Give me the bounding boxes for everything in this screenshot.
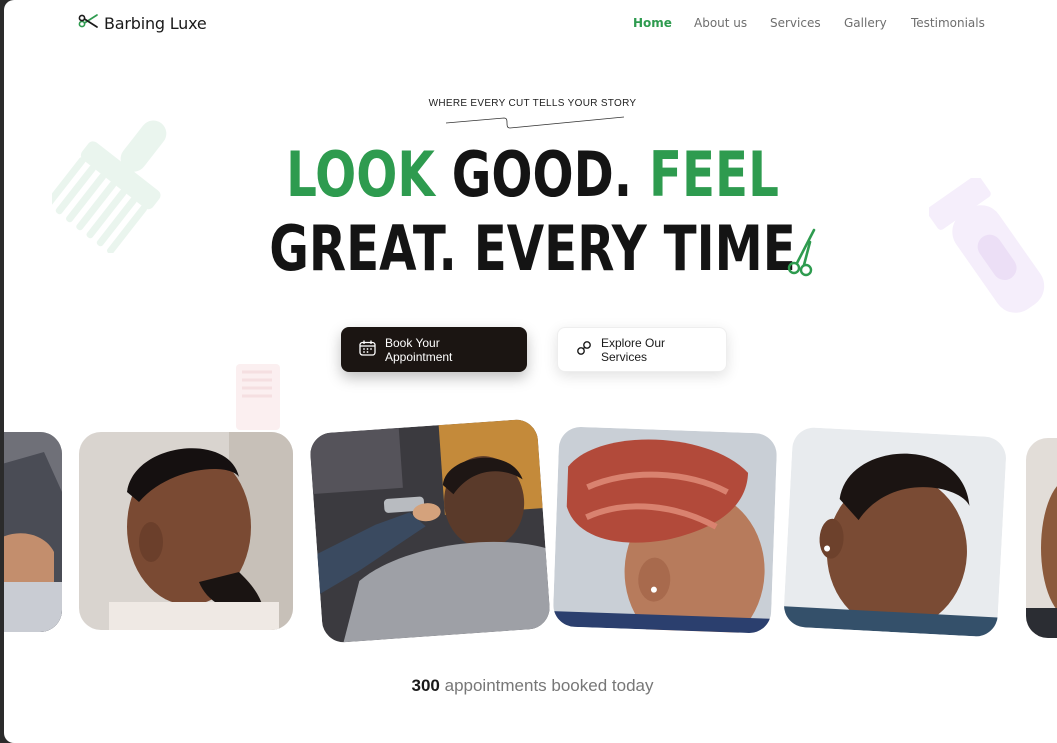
- gallery-photo-6: [1026, 438, 1057, 638]
- calendar-icon: [359, 340, 376, 359]
- squiggle-underline: [445, 116, 625, 129]
- headline-word-time: TIME: [663, 212, 796, 285]
- headline-word-feel: FEEL: [648, 138, 779, 211]
- clipper-icon: [929, 178, 1045, 313]
- headline-word-good: GOOD.: [451, 138, 633, 211]
- gallery-photo-4: [552, 426, 778, 634]
- explore-services-button[interactable]: Explore Our Services: [557, 327, 727, 372]
- nav-gallery[interactable]: Gallery: [844, 16, 887, 30]
- nav-home[interactable]: Home: [633, 16, 672, 30]
- explore-services-label: Explore Our Services: [601, 335, 666, 364]
- brand-name: Barbing Luxe: [104, 14, 207, 33]
- link-icon: [576, 340, 592, 359]
- comb-icon: [236, 364, 280, 430]
- headline-word-every: EVERY: [473, 212, 647, 285]
- nav-testimonials[interactable]: Testimonials: [911, 16, 985, 30]
- headline-word-great: GREAT.: [269, 212, 457, 285]
- hero-headline-line1: LOOK GOOD. FEEL: [120, 138, 944, 211]
- appointments-count: 300: [411, 676, 440, 695]
- headline-word-look: LOOK: [286, 138, 435, 211]
- hero-headline-line2: GREAT. EVERY TIME: [120, 212, 944, 285]
- nav-services[interactable]: Services: [770, 16, 821, 30]
- appointments-label: appointments booked today: [444, 676, 654, 695]
- hero-kicker: WHERE EVERY CUT TELLS YOUR STORY: [428, 98, 637, 109]
- brand-logo[interactable]: Barbing Luxe: [78, 11, 207, 36]
- scissors-icon: [78, 11, 100, 36]
- nav-about-us[interactable]: About us: [694, 16, 747, 30]
- gallery-photo-3: [308, 418, 552, 644]
- book-appointment-button[interactable]: Book Your Appointment: [341, 327, 527, 372]
- gallery-photo-5: [782, 426, 1008, 638]
- gallery-photo-2: [79, 432, 293, 630]
- page: Barbing Luxe Home About us Services Gall…: [4, 0, 1057, 743]
- scissors-accent-icon: [787, 228, 816, 277]
- gallery-photo-1: [4, 432, 62, 632]
- appointments-stat: 300 appointments booked today: [4, 676, 1057, 696]
- book-appointment-label: Book Your Appointment: [385, 335, 453, 364]
